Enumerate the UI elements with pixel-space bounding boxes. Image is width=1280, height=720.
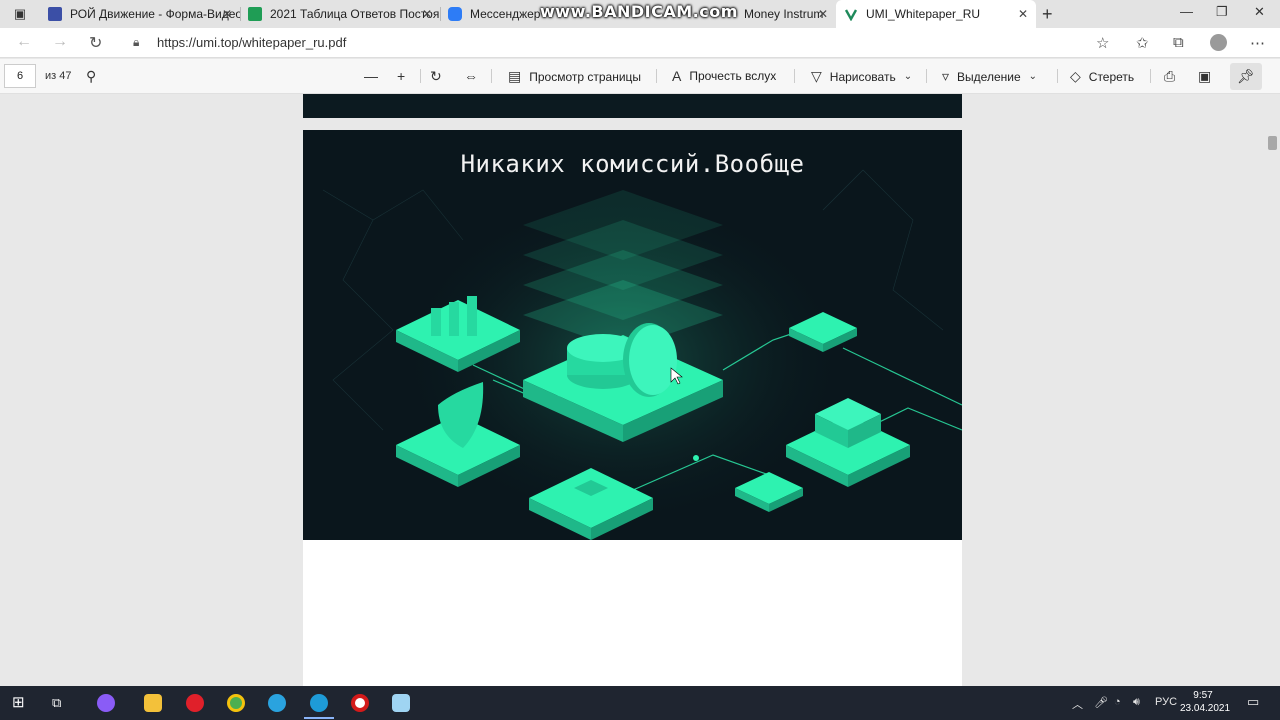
draw-button[interactable]: ▽ Нарисовать ⌄ <box>811 68 912 85</box>
network-icon[interactable]: ◔ <box>1114 696 1121 708</box>
more-icon[interactable]: ⋯ <box>1250 34 1265 52</box>
system-clock[interactable]: 9:57 23.04.2021 <box>1180 689 1231 715</box>
sheets-icon <box>248 7 262 21</box>
highlight-icon: ▿ <box>942 68 950 84</box>
scrollbar-thumb[interactable] <box>1268 136 1277 150</box>
file-explorer-icon[interactable] <box>144 694 162 712</box>
page-info-icon[interactable]: 🔒︎ <box>133 35 139 50</box>
forward-icon[interactable]: → <box>52 33 68 51</box>
tab-strip: ▣ РОЙ Движение - Форма-Видео ✕ 2021 Табл… <box>0 0 1280 28</box>
page-view-label: Просмотр страницы <box>529 69 642 84</box>
bandicam-watermark: www.BANDICAM.com <box>540 2 738 21</box>
draw-label: Нарисовать <box>829 69 896 84</box>
close-icon[interactable]: ✕ <box>1018 7 1028 21</box>
tab-answers-sheet[interactable]: 2021 Таблица Ответов Постоян ✕ <box>240 0 440 28</box>
zoom-out-icon[interactable]: — <box>364 68 378 84</box>
page-view-button[interactable]: ▤ Просмотр страницы <box>508 68 641 85</box>
maximize-icon[interactable]: ❐ <box>1216 4 1228 20</box>
highlight-button[interactable]: ▿ Выделение ⌄ <box>942 68 1037 85</box>
favorites-icon[interactable]: ✩ <box>1136 34 1149 52</box>
fit-page-icon[interactable]: ⇔ <box>464 68 478 84</box>
pdf-page: Никаких комиссий.Вообще <box>303 130 962 690</box>
volume-icon[interactable]: 🔊︎ <box>1133 696 1140 709</box>
refresh-icon[interactable]: ↻ <box>89 33 102 53</box>
bandicam-icon[interactable] <box>351 694 369 712</box>
tab-label: Money Instrum <box>744 7 824 21</box>
pin-toolbar-icon[interactable]: 📌︎ <box>1230 63 1262 90</box>
opera-icon[interactable] <box>186 694 204 712</box>
telegram-icon[interactable] <box>268 694 286 712</box>
tab-actions-icon[interactable]: ▣ <box>8 5 32 23</box>
language-indicator[interactable]: РУС <box>1155 696 1177 708</box>
tab-roy-form[interactable]: РОЙ Движение - Форма-Видео ✕ <box>40 0 240 28</box>
messenger-icon <box>448 7 462 21</box>
page-heading: Никаких комиссий.Вообще <box>460 150 805 178</box>
rotate-icon[interactable]: ↻ <box>430 68 442 85</box>
search-icon[interactable]: ⚲ <box>86 68 96 85</box>
close-icon[interactable]: ✕ <box>222 7 232 21</box>
clock-time: 9:57 <box>1193 690 1213 701</box>
windows-taskbar: ⊞ ⧉ ︿ 🎤︎ ◔ 🔊︎ РУС 9:57 23.04.2021 ▭ <box>0 686 1280 720</box>
page-view-icon: ▤ <box>508 68 522 84</box>
address-bar-row: ← → ↻ 🔒︎ https://umi.top/whitepaper_ru.p… <box>0 28 1280 58</box>
chevron-down-icon: ⌄ <box>903 71 913 82</box>
pdf-toolbar: 6 из 47 ⚲ — + ↻ ⇔ ▤ Просмотр страницы A … <box>0 59 1280 94</box>
add-favorite-icon[interactable]: ☆ <box>1096 34 1109 52</box>
collections-icon[interactable]: ⧉ <box>1173 34 1184 51</box>
tab-label: UMI_Whitepaper_RU <box>866 7 981 21</box>
page-count: из 47 <box>45 70 72 82</box>
tab-label: 2021 Таблица Ответов Постоян <box>270 7 440 21</box>
tab-label: Мессенджер <box>470 7 541 21</box>
erase-label: Стереть <box>1088 69 1135 84</box>
tab-label: РОЙ Движение - Форма-Видео <box>70 7 240 21</box>
network-illustration <box>322 169 962 540</box>
draw-icon: ▽ <box>811 68 822 84</box>
task-view-icon[interactable]: ⧉ <box>52 694 70 712</box>
edge-icon[interactable] <box>310 694 328 712</box>
notifications-icon[interactable]: ▭ <box>1247 694 1259 710</box>
notes-app-icon[interactable] <box>392 694 410 712</box>
highlight-label: Выделение <box>957 69 1021 84</box>
windows-start-icon[interactable]: ⊞ <box>12 694 30 712</box>
close-window-icon[interactable]: ✕ <box>1254 4 1265 20</box>
back-icon[interactable]: ← <box>16 33 32 51</box>
tray-chevron-icon[interactable]: ︿ <box>1072 696 1083 712</box>
read-aloud-label: Прочесть вслух <box>689 69 777 83</box>
hero-illustration: Никаких комиссий.Вообще <box>303 130 962 540</box>
forms-icon <box>48 7 62 21</box>
clock-date: 23.04.2021 <box>1180 703 1231 714</box>
read-aloud-button[interactable]: A Прочесть вслух <box>672 68 776 84</box>
erase-button[interactable]: ◇ Стереть <box>1070 68 1134 85</box>
new-tab-button[interactable]: + <box>1042 4 1053 25</box>
tab-money-instrum[interactable]: Money Instrum ✕ <box>736 0 836 28</box>
microphone-icon[interactable]: 🎤︎ <box>1094 696 1108 709</box>
read-aloud-icon: A <box>672 68 682 84</box>
print-icon[interactable]: ⎙ <box>1164 68 1175 85</box>
pdf-viewer[interactable]: Никаких комиссий.Вообще <box>0 94 1280 690</box>
eraser-icon: ◇ <box>1070 68 1081 84</box>
profile-avatar[interactable] <box>1210 34 1227 51</box>
url-field[interactable]: https://umi.top/whitepaper_ru.pdf <box>157 35 346 50</box>
page-number-input[interactable]: 6 <box>4 64 36 88</box>
alice-icon[interactable] <box>97 694 115 712</box>
save-icon[interactable]: ▣ <box>1198 68 1211 85</box>
chrome-icon[interactable] <box>227 694 245 712</box>
zoom-in-icon[interactable]: + <box>397 68 405 84</box>
tab-umi-whitepaper[interactable]: UMI_Whitepaper_RU ✕ <box>836 0 1036 28</box>
minimize-icon[interactable]: — <box>1180 4 1193 19</box>
chevron-down-icon: ⌄ <box>1028 71 1038 82</box>
close-icon[interactable]: ✕ <box>818 7 828 21</box>
previous-page-fragment <box>303 94 962 118</box>
umi-icon <box>844 7 858 22</box>
close-icon[interactable]: ✕ <box>422 7 432 21</box>
